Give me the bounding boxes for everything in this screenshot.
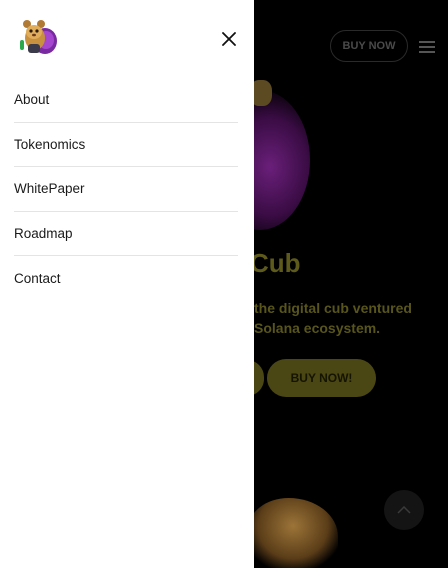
hero-description-line: the digital cub ventured bbox=[254, 300, 412, 316]
hero-buy-now-button[interactable]: BUY NOW! bbox=[267, 359, 376, 397]
hamburger-icon[interactable] bbox=[419, 41, 435, 53]
mobile-menu-drawer: About Tokenomics WhitePaper Roadmap Cont… bbox=[0, 0, 254, 568]
scroll-to-top-button[interactable] bbox=[384, 490, 424, 530]
chevron-up-icon bbox=[397, 506, 411, 514]
menu-item-tokenomics[interactable]: Tokenomics bbox=[14, 123, 238, 167]
hero-paw-image bbox=[248, 498, 338, 568]
menu-item-contact[interactable]: Contact bbox=[14, 256, 238, 301]
close-menu-button[interactable] bbox=[219, 29, 239, 49]
mobile-nav-menu: About Tokenomics WhitePaper Roadmap Cont… bbox=[14, 78, 238, 301]
hero-title: Cub bbox=[250, 248, 301, 278]
header-buy-now-button[interactable]: BUY NOW bbox=[330, 30, 408, 62]
menu-item-roadmap[interactable]: Roadmap bbox=[14, 212, 238, 256]
menu-item-whitepaper[interactable]: WhitePaper bbox=[14, 167, 238, 212]
cub-logo-icon[interactable] bbox=[16, 16, 58, 58]
hero-description-line: Solana ecosystem. bbox=[254, 320, 381, 336]
menu-item-about[interactable]: About bbox=[14, 78, 238, 123]
close-icon bbox=[222, 32, 236, 46]
hero-description: the digital cub ventured Solana ecosyste… bbox=[254, 298, 412, 338]
